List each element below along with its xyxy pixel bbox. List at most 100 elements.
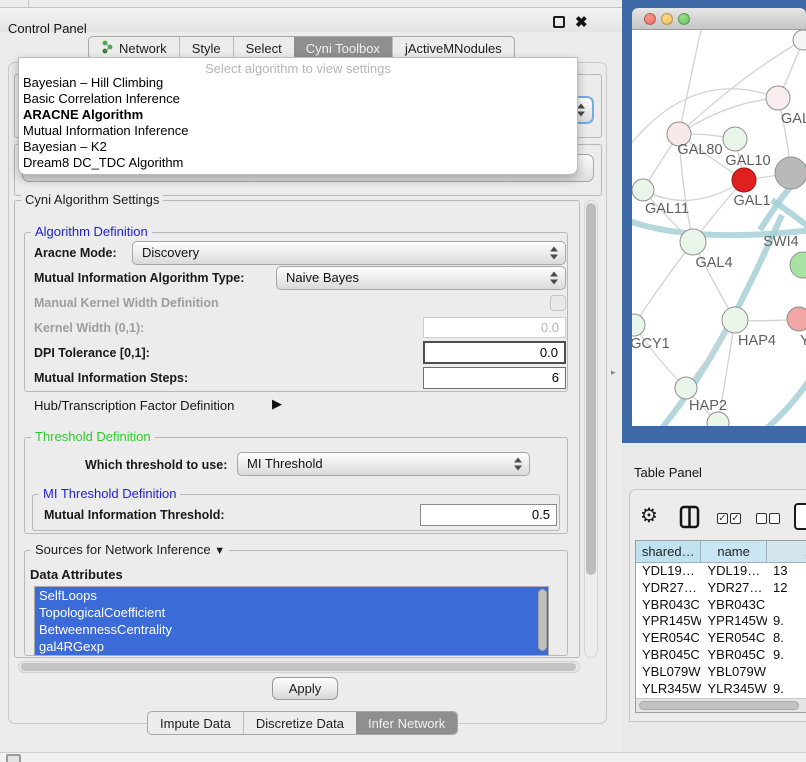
node-label-gcy1: GCY1 (632, 336, 670, 352)
node-label-gal11: GAL11 (645, 201, 689, 217)
table-cell: 13 (767, 563, 806, 580)
table-panel-title: Table Panel (634, 465, 702, 480)
column-header-1[interactable]: shared… (636, 541, 701, 562)
document-icon[interactable] (794, 503, 806, 530)
dropdown-item[interactable]: Basic Correlation Inference (19, 91, 577, 107)
network-node[interactable] (775, 157, 806, 189)
float-window-icon[interactable] (553, 16, 565, 28)
column-header-2[interactable]: name (701, 541, 766, 562)
tab-infer-network[interactable]: Infer Network (356, 712, 457, 734)
network-node-gal4[interactable] (680, 229, 706, 255)
attribute-item[interactable]: BetweennessCentrality (35, 621, 548, 638)
network-node-gal11[interactable] (632, 179, 654, 201)
network-node-gal10[interactable] (723, 127, 747, 151)
table-row[interactable]: YBR043CYBR043C (636, 597, 806, 614)
tab-network[interactable]: Network (89, 37, 179, 59)
network-node-y[interactable] (787, 307, 806, 331)
dropdown-item[interactable]: Dream8 DC_TDC Algorithm (19, 155, 577, 171)
table-row[interactable]: YBR045CYBR045C9. (636, 647, 806, 664)
tab-cyni-toolbox[interactable]: Cyni Toolbox (294, 37, 392, 59)
which-threshold-select[interactable]: MI Threshold (237, 452, 530, 476)
table-cell: YPR145W (701, 613, 766, 630)
hub-definition-label[interactable]: Hub/Transcription Factor Definition (34, 398, 234, 413)
network-window-titlebar[interactable] (632, 8, 806, 30)
apply-button[interactable]: Apply (272, 677, 338, 700)
expand-right-icon[interactable]: ▶ (272, 396, 282, 412)
data-attributes-list[interactable]: SelfLoopsTopologicalCoefficientBetweenne… (34, 586, 549, 656)
column-header-3[interactable]: A (767, 541, 806, 562)
node-label-hap2: HAP2 (689, 398, 727, 414)
tab-jactivemnodules[interactable]: jActiveMNodules (392, 37, 514, 59)
dropdown-item[interactable]: ARACNE Algorithm (19, 107, 577, 123)
unchecked-checkbox-icon[interactable] (769, 513, 780, 524)
status-bar (0, 752, 806, 762)
kernel-width-field[interactable]: 0.0 (423, 317, 566, 338)
network-edge[interactable] (634, 325, 686, 388)
manual-kernel-width-checkbox[interactable] (550, 295, 566, 311)
table-cell: 9. (767, 647, 806, 664)
tab-select[interactable]: Select (233, 37, 294, 59)
dropdown-item[interactable]: Bayesian – K2 (19, 139, 577, 155)
settings-horizontal-scrollbar-thumb[interactable] (21, 663, 576, 671)
close-icon[interactable]: ✖ (575, 13, 588, 31)
sources-title[interactable]: Sources for Network Inference ▼ (31, 542, 229, 557)
close-traffic-light-icon[interactable] (644, 13, 656, 25)
network-edge[interactable] (679, 30, 702, 134)
table-row[interactable]: YER054CYER054C8. (636, 630, 806, 647)
maximize-traffic-light-icon[interactable] (678, 13, 690, 25)
network-node-hap4[interactable] (722, 307, 748, 333)
settings-vertical-scrollbar-thumb[interactable] (586, 203, 596, 575)
network-node-swi4[interactable] (790, 252, 806, 278)
table-cell: YPR145W (636, 613, 701, 630)
minimize-traffic-light-icon[interactable] (661, 13, 673, 25)
attribute-item[interactable]: TopologicalCoefficient (35, 604, 548, 621)
node-attribute-table[interactable]: shared…nameA YDL19…YDL19…13YDR27…YDR27…1… (635, 540, 806, 713)
gear-icon[interactable]: ⚙ (640, 503, 658, 528)
minimized-panel-icon[interactable] (6, 754, 21, 762)
tab-impute-data[interactable]: Impute Data (148, 712, 243, 734)
node-label-gal80: GAL80 (677, 142, 722, 158)
aracne-mode-select[interactable]: Discovery (132, 241, 566, 265)
split-view-icon[interactable] (679, 505, 700, 532)
network-edge[interactable] (634, 242, 693, 325)
table-row[interactable]: YPR145WYPR145W9. (636, 613, 806, 630)
which-threshold-value: MI Threshold (247, 456, 323, 471)
network-node-hap2[interactable] (675, 377, 697, 399)
mi-steps-field[interactable]: 6 (423, 367, 566, 389)
table-horizontal-scrollbar[interactable] (636, 698, 806, 712)
network-view-canvas[interactable]: GALGAL80GAL10GAL1GAL11GAL4SWI4HAP4YGCY1H… (632, 30, 806, 426)
collapse-down-icon[interactable]: ▼ (214, 545, 225, 557)
network-node[interactable] (793, 30, 806, 50)
unchecked-checkbox-icon[interactable] (756, 513, 767, 524)
table-cell: 9. (767, 681, 806, 698)
bottom-tabs: Impute DataDiscretize DataInfer Network (147, 711, 458, 735)
checked-checkbox-icon[interactable]: ✓ (717, 513, 728, 524)
dpi-tolerance-field[interactable]: 0.0 (423, 341, 566, 364)
dropdown-item[interactable]: Mutual Information Inference (19, 123, 577, 139)
table-row[interactable]: YLR345WYLR345W9. (636, 681, 806, 698)
spinner-arrows-icon (514, 458, 522, 471)
mi-threshold-field[interactable]: 0.5 (420, 504, 557, 526)
attribute-item[interactable]: gal4RGexp (35, 638, 548, 655)
table-horizontal-scrollbar-thumb[interactable] (639, 701, 799, 710)
mi-algorithm-type-select[interactable]: Naive Bayes (276, 266, 566, 290)
tab-discretize-data[interactable]: Discretize Data (243, 712, 356, 734)
algorithm-definition-title: Algorithm Definition (31, 224, 152, 239)
dropdown-item[interactable]: Bayesian – Hill Climbing (19, 75, 577, 91)
network-node-gcy1[interactable] (632, 314, 645, 336)
attributes-scrollbar[interactable] (538, 589, 547, 651)
network-edge-highlighted[interactable] (767, 382, 806, 426)
table-row[interactable]: YDR27…YDR27…12 (636, 580, 806, 597)
dpi-tolerance-label: DPI Tolerance [0,1]: (34, 346, 150, 360)
network-node-gal1[interactable] (732, 168, 756, 192)
table-row[interactable]: YBL079WYBL079W (636, 664, 806, 681)
network-node[interactable] (707, 412, 729, 426)
node-label-gal: GAL (781, 111, 806, 127)
tab-style[interactable]: Style (179, 37, 233, 59)
network-node-gal[interactable] (766, 86, 790, 110)
split-pane-grip-icon[interactable]: ▸ (611, 367, 616, 378)
checked-checkbox-icon[interactable]: ✓ (730, 513, 741, 524)
table-row[interactable]: YDL19…YDL19…13 (636, 563, 806, 580)
mi-algorithm-type-label: Mutual Information Algorithm Type: (34, 271, 244, 285)
attribute-item[interactable]: SelfLoops (35, 587, 548, 604)
